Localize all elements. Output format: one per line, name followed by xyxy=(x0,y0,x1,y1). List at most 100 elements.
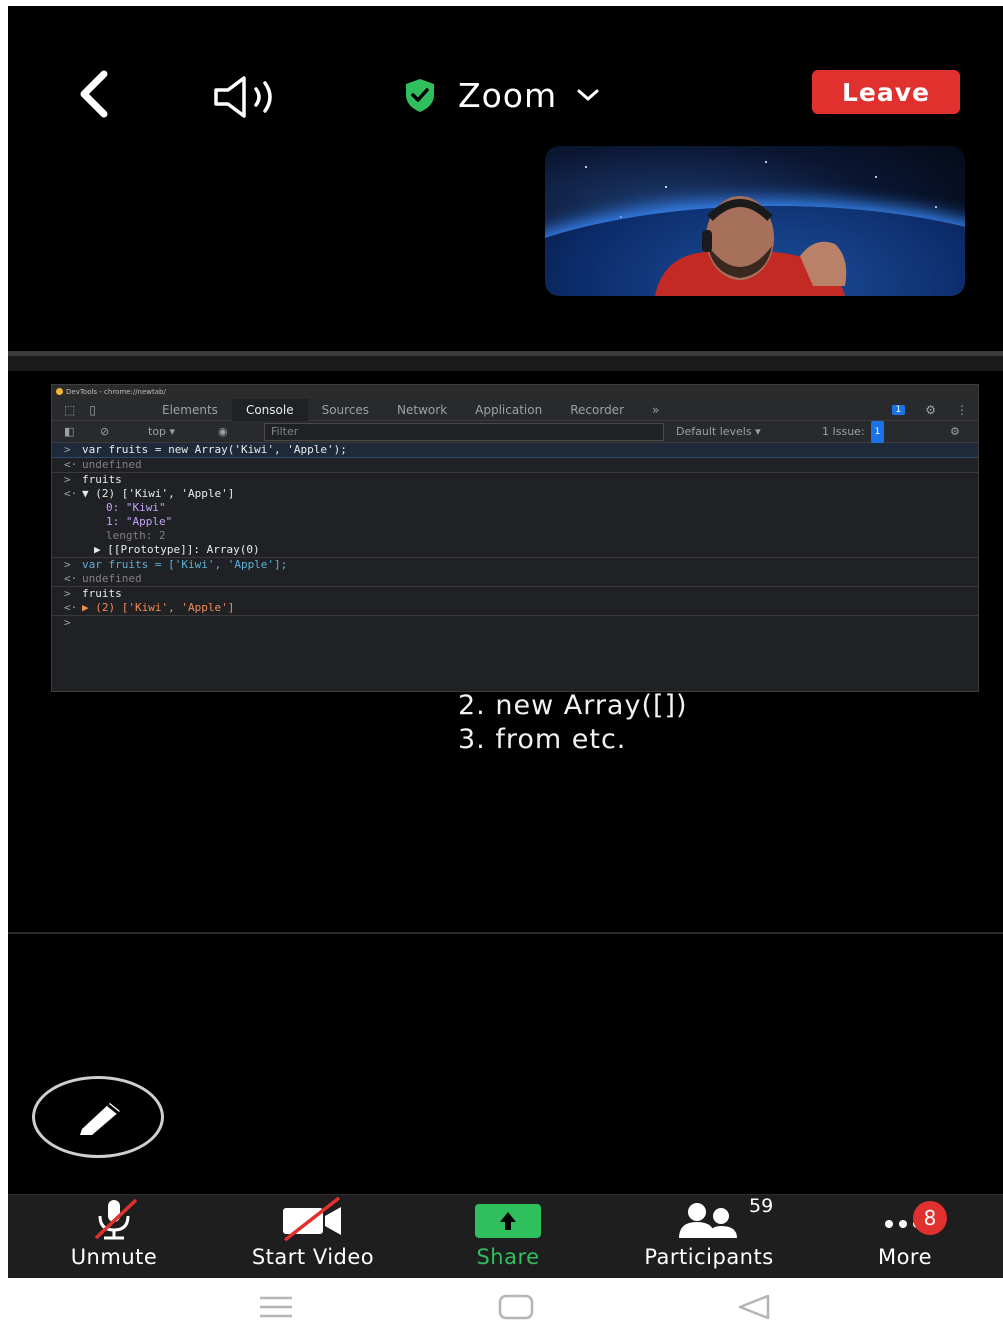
start-video-button[interactable]: Start Video xyxy=(230,1195,396,1278)
meeting-title: Zoom xyxy=(458,75,558,115)
meeting-controls: Unmute Start Video Share 59 Participants… xyxy=(8,1194,1003,1278)
video-thumbnail[interactable] xyxy=(545,146,965,296)
unmute-label: Unmute xyxy=(70,1245,158,1269)
console-toolbar: ◧ ⊘ top ▾ ◉ Filter Default levels ▾ 1 Is… xyxy=(52,421,978,443)
shared-screen-border xyxy=(8,932,1003,934)
console-prefix: <· xyxy=(64,572,78,585)
tab-recorder[interactable]: Recorder xyxy=(556,399,638,421)
console-text: undefined xyxy=(82,572,142,585)
console-line: <· undefined xyxy=(52,458,978,473)
console-prefix: > xyxy=(64,473,71,486)
chevron-down-icon xyxy=(577,89,599,101)
console-line: length: 2 xyxy=(52,529,978,543)
inspect-icon[interactable]: ⬚ xyxy=(64,403,75,417)
gear-icon[interactable]: ⚙ xyxy=(925,403,936,417)
menu-icon[interactable] xyxy=(258,1294,294,1320)
video-off-icon xyxy=(275,1195,351,1243)
pencil-icon xyxy=(80,1103,120,1135)
console-prefix: <· xyxy=(64,458,78,471)
console-line[interactable]: <· ▼ (2) ['Kiwi', 'Apple'] xyxy=(52,487,978,501)
more-notification-badge: 8 xyxy=(913,1201,947,1235)
console-line[interactable]: ▶ [[Prototype]]: Array(0) xyxy=(52,543,978,558)
console-text: ▶ (2) ['Kiwi', 'Apple'] xyxy=(82,601,235,614)
issues-label: 1 Issue: xyxy=(822,425,865,438)
devtools-tab-actions: 1 ⚙ ⋮ xyxy=(891,399,968,421)
console-line[interactable]: <· ▶ (2) ['Kiwi', 'Apple'] xyxy=(52,601,978,616)
mic-muted-icon xyxy=(84,1195,144,1243)
shield-check-icon xyxy=(406,79,434,112)
issues-counter[interactable]: 1 Issue: 1 xyxy=(822,421,885,443)
console-settings-icon[interactable]: ⚙ xyxy=(950,421,960,443)
share-button[interactable]: Share xyxy=(463,1195,553,1278)
log-levels-dropdown[interactable]: Default levels ▾ xyxy=(676,421,761,443)
context-selector[interactable]: top ▾ xyxy=(148,421,175,443)
devtools-tab-bar: ⬚ ▯ Elements Console Sources Network App… xyxy=(52,398,978,421)
eye-icon[interactable]: ◉ xyxy=(218,421,228,443)
filter-input[interactable]: Filter xyxy=(264,423,664,441)
context-label: top xyxy=(148,425,167,438)
console-line: > fruits xyxy=(52,473,978,487)
participants-icon: 59 xyxy=(671,1195,773,1243)
more-icon: 8 xyxy=(875,1195,947,1243)
participants-count: 59 xyxy=(749,1195,774,1217)
console-text: var fruits = ['Kiwi', 'Apple']; xyxy=(82,558,288,571)
console-text: 1: "Apple" xyxy=(106,515,173,528)
tab-console[interactable]: Console xyxy=(231,398,308,421)
back-triangle-icon[interactable] xyxy=(734,1292,774,1322)
annotate-button[interactable] xyxy=(32,1076,164,1158)
tab-application[interactable]: Application xyxy=(461,399,556,421)
share-label: Share xyxy=(476,1245,540,1269)
issues-count-badge: 1 xyxy=(870,421,885,443)
participants-button[interactable]: 59 Participants xyxy=(624,1195,794,1278)
zoom-meeting-screen: Zoom Leave DevTools - chrome://newtab/ ⬚… xyxy=(8,6,1003,1278)
unmute-button[interactable]: Unmute xyxy=(56,1195,172,1278)
console-text: fruits xyxy=(82,473,122,486)
back-button[interactable] xyxy=(68,64,128,124)
meeting-top-bar: Zoom Leave xyxy=(8,6,1003,144)
slide-line: 3. from etc. xyxy=(458,724,627,755)
more-label: More xyxy=(877,1245,933,1269)
share-divider xyxy=(8,351,1003,371)
console-prefix: <· xyxy=(64,601,78,614)
sidebar-toggle-icon[interactable]: ◧ xyxy=(64,421,74,443)
share-icon xyxy=(473,1195,543,1243)
speaker-icon xyxy=(214,76,272,118)
console-prefix: <· xyxy=(64,487,78,500)
kebab-menu-icon[interactable]: ⋮ xyxy=(956,403,968,417)
chrome-icon xyxy=(56,388,63,395)
console-prefix: > xyxy=(64,616,71,629)
log-levels-label: Default levels xyxy=(676,425,752,438)
console-text: 0: "Kiwi" xyxy=(106,501,166,514)
participants-label: Participants xyxy=(644,1245,774,1269)
chevron-left-icon xyxy=(80,70,108,118)
console-text: var fruits = new Array('Kiwi', 'Apple'); xyxy=(82,443,347,456)
devtools-window-title: DevTools - chrome://newtab/ xyxy=(66,388,166,396)
console-prefix: > xyxy=(64,443,71,456)
console-line: 1: "Apple" xyxy=(52,515,978,529)
leave-button[interactable]: Leave xyxy=(812,70,960,114)
console-text: undefined xyxy=(82,458,142,471)
devtools-tool-icons: ⬚ ▯ xyxy=(52,399,148,421)
android-nav-bar xyxy=(0,1278,1003,1328)
tab-network[interactable]: Network xyxy=(383,399,461,421)
tab-sources[interactable]: Sources xyxy=(308,399,383,421)
issues-badge[interactable]: 1 xyxy=(891,405,906,415)
more-button[interactable]: 8 More xyxy=(860,1195,950,1278)
devtools-window: DevTools - chrome://newtab/ ⬚ ▯ Elements… xyxy=(51,384,979,692)
clear-console-icon[interactable]: ⊘ xyxy=(100,421,109,443)
console-text: length: 2 xyxy=(106,529,166,542)
start-video-label: Start Video xyxy=(251,1245,375,1269)
devtools-title-bar: DevTools - chrome://newtab/ xyxy=(52,385,978,399)
console-line: > fruits xyxy=(52,587,978,601)
home-icon[interactable] xyxy=(496,1292,536,1322)
console-line: > var fruits = new Array('Kiwi', 'Apple')… xyxy=(52,443,978,458)
speaker-button[interactable] xyxy=(208,72,288,122)
console-line: <· undefined xyxy=(52,572,978,587)
console-line: > var fruits = ['Kiwi', 'Apple']; xyxy=(52,558,978,572)
tab-elements[interactable]: Elements xyxy=(148,399,232,421)
meeting-title-dropdown[interactable]: Zoom xyxy=(400,70,601,120)
console-line: 0: "Kiwi" xyxy=(52,501,978,515)
device-toggle-icon[interactable]: ▯ xyxy=(89,403,96,417)
more-tabs-button[interactable]: » xyxy=(638,399,673,421)
console-prefix: > xyxy=(64,558,71,571)
